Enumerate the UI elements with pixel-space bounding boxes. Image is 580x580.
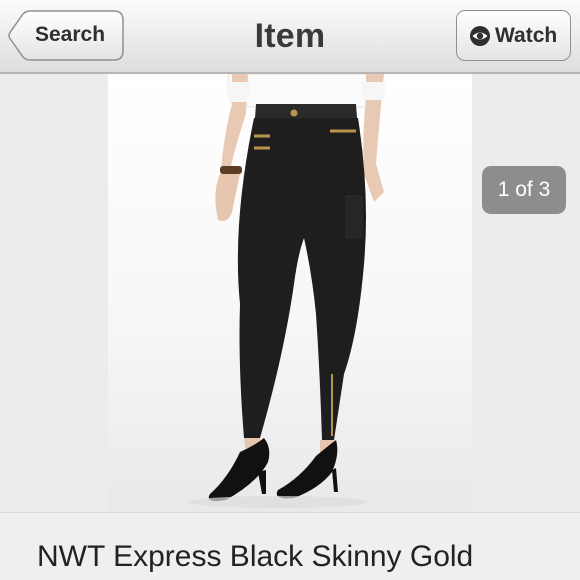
product-photo[interactable] xyxy=(108,74,472,512)
photo-gallery[interactable]: 1 of 3 xyxy=(0,74,580,512)
item-screen: Search Item Watch 1 of 3 NWT Express Bla… xyxy=(0,0,580,580)
listing-header: NWT Express Black Skinny Gold xyxy=(0,512,580,580)
pants-illustration xyxy=(188,74,386,508)
navigation-bar: Search Item Watch xyxy=(0,0,580,74)
listing-title: NWT Express Black Skinny Gold xyxy=(37,540,474,573)
image-counter-badge: 1 of 3 xyxy=(482,166,566,214)
watch-button[interactable]: Watch xyxy=(456,10,571,61)
watch-button-label: Watch xyxy=(495,24,558,47)
eye-icon xyxy=(470,26,490,46)
